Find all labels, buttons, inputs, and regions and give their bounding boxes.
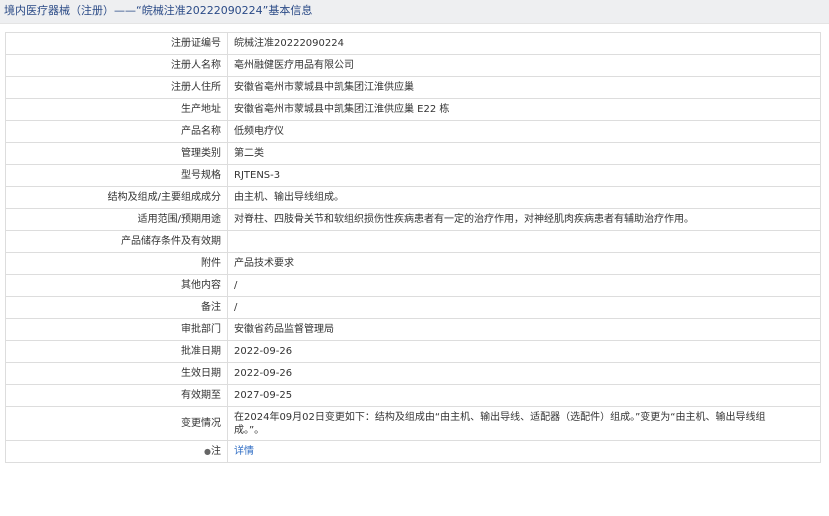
row-label: 型号规格	[5, 164, 228, 187]
row-label: 管理类别	[5, 142, 228, 165]
row-value: 对脊柱、四肢骨关节和软组织损伤性疾病患者有一定的治疗作用，对神经肌肉疾病患者有辅…	[227, 208, 821, 231]
table-row: 变更情况 在2024年09月02日变更如下：结构及组成由“由主机、输出导线、适配器…	[5, 406, 821, 441]
row-label: 适用范围/预期用途	[5, 208, 228, 231]
row-label: 结构及组成/主要组成成分	[5, 186, 228, 209]
table-row: 注册人名称 亳州融健医疗用品有限公司	[5, 54, 821, 77]
note-label: 注	[211, 446, 221, 457]
table-row: 适用范围/预期用途 对脊柱、四肢骨关节和软组织损伤性疾病患者有一定的治疗作用，对神…	[5, 208, 821, 231]
row-label: 变更情况	[5, 406, 228, 441]
note-row: ●注 详情	[5, 440, 821, 463]
table-row: 结构及组成/主要组成成分 由主机、输出导线组成。	[5, 186, 821, 209]
row-value: 2027-09-25	[227, 384, 821, 407]
row-value: 在2024年09月02日变更如下：结构及组成由“由主机、输出导线、适配器（选配件…	[227, 406, 821, 441]
table-row: 产品储存条件及有效期	[5, 230, 821, 253]
row-label: 备注	[5, 296, 228, 319]
table-row: 有效期至 2027-09-25	[5, 384, 821, 407]
table-row: 产品名称 低频电疗仪	[5, 120, 821, 143]
table-row: 型号规格 RJTENS-3	[5, 164, 821, 187]
row-value	[227, 230, 821, 253]
table-row: 注册证编号 皖械注准20222090224	[5, 32, 821, 55]
row-label: 产品名称	[5, 120, 228, 143]
note-label-cell: ●注	[5, 440, 228, 463]
row-value: 安徽省亳州市蒙城县中凯集团江淮供应巢 E22 栋	[227, 98, 821, 121]
table-row: 审批部门 安徽省药品监督管理局	[5, 318, 821, 341]
row-label: 附件	[5, 252, 228, 275]
table-row: 批准日期 2022-09-26	[5, 340, 821, 363]
row-label: 审批部门	[5, 318, 228, 341]
table-row: 附件 产品技术要求	[5, 252, 821, 275]
row-label: 注册人名称	[5, 54, 228, 77]
row-label: 生产地址	[5, 98, 228, 121]
row-label: 注册证编号	[5, 32, 228, 55]
map-pin-icon: ●	[204, 447, 211, 456]
row-value: 安徽省亳州市蒙城县中凯集团江淮供应巢	[227, 76, 821, 99]
row-label: 注册人住所	[5, 76, 228, 99]
info-table: 注册证编号 皖械注准20222090224 注册人名称 亳州融健医疗用品有限公司 注…	[5, 32, 821, 463]
row-value: /	[227, 296, 821, 319]
table-row: 备注 /	[5, 296, 821, 319]
row-value: 由主机、输出导线组成。	[227, 186, 821, 209]
row-label: 有效期至	[5, 384, 228, 407]
table-row: 生效日期 2022-09-26	[5, 362, 821, 385]
table-row: 管理类别 第二类	[5, 142, 821, 165]
row-value: 2022-09-26	[227, 362, 821, 385]
row-value: RJTENS-3	[227, 164, 821, 187]
table-row: 生产地址 安徽省亳州市蒙城县中凯集团江淮供应巢 E22 栋	[5, 98, 821, 121]
row-label: 批准日期	[5, 340, 228, 363]
row-label: 产品储存条件及有效期	[5, 230, 228, 253]
detail-link[interactable]: 详情	[234, 446, 254, 457]
row-value: 第二类	[227, 142, 821, 165]
note-value-cell: 详情	[227, 440, 821, 463]
page-header: 境内医疗器械（注册）——“皖械注准20222090224”基本信息	[0, 0, 829, 24]
row-value: /	[227, 274, 821, 297]
row-value: 低频电疗仪	[227, 120, 821, 143]
row-label: 其他内容	[5, 274, 228, 297]
row-label: 生效日期	[5, 362, 228, 385]
row-value: 亳州融健医疗用品有限公司	[227, 54, 821, 77]
table-row: 注册人住所 安徽省亳州市蒙城县中凯集团江淮供应巢	[5, 76, 821, 99]
row-value: 皖械注准20222090224	[227, 32, 821, 55]
row-value: 产品技术要求	[227, 252, 821, 275]
row-value: 安徽省药品监督管理局	[227, 318, 821, 341]
row-value: 2022-09-26	[227, 340, 821, 363]
table-row: 其他内容 /	[5, 274, 821, 297]
page-title: 境内医疗器械（注册）——“皖械注准20222090224”基本信息	[4, 4, 313, 17]
